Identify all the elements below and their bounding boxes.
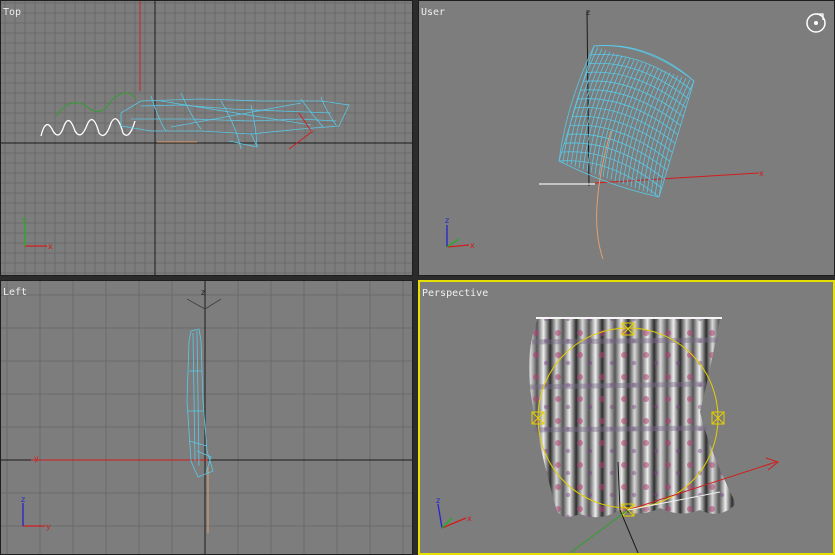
axis-gizmo-perspective: x z xyxy=(436,496,472,529)
gizmo-y-label-left: y xyxy=(46,522,51,531)
user-viewport-canvas: z x x z xyxy=(445,8,826,260)
left-curtain-mesh xyxy=(186,328,214,478)
viewport-label-left[interactable]: Left xyxy=(3,287,27,298)
gizmo-x-label-top: x xyxy=(48,242,53,251)
left-viewport-canvas: y z y z xyxy=(1,281,412,554)
orbit-icon[interactable] xyxy=(806,13,826,33)
viewport-left[interactable]: Left y z y z xyxy=(0,280,413,555)
axis-gizmo-user: x z xyxy=(445,216,475,250)
viewport-user[interactable]: User z x x z xyxy=(418,0,835,276)
perspective-viewport-canvas: x z xyxy=(436,317,780,553)
viewport-top[interactable]: Top x y xyxy=(0,0,413,276)
gizmo-x-label-persp: x xyxy=(467,514,472,523)
viewport-perspective[interactable]: Perspective x z xyxy=(418,280,835,555)
svg-text:z: z xyxy=(201,288,205,297)
top-grid xyxy=(1,1,412,275)
gizmo-y-label-top: y xyxy=(22,215,27,224)
gizmo-z-label-persp: z xyxy=(436,496,440,505)
svg-text:x: x xyxy=(759,169,764,178)
gizmo-x-label-user: x xyxy=(470,241,475,250)
gizmo-z-label-user: z xyxy=(445,216,449,225)
svg-text:y: y xyxy=(34,454,39,463)
curtain-render xyxy=(529,317,736,518)
user-curtain-mesh xyxy=(558,45,695,198)
viewport-label-user[interactable]: User xyxy=(421,7,445,18)
axis-gizmo-left: y z xyxy=(21,495,51,531)
viewport-label-top[interactable]: Top xyxy=(3,7,21,18)
viewport-label-perspective[interactable]: Perspective xyxy=(422,288,488,299)
left-grid xyxy=(1,281,412,554)
top-viewport-canvas: x y xyxy=(1,1,412,275)
svg-text:z: z xyxy=(586,8,590,17)
gizmo-z-label-left: z xyxy=(21,495,25,504)
